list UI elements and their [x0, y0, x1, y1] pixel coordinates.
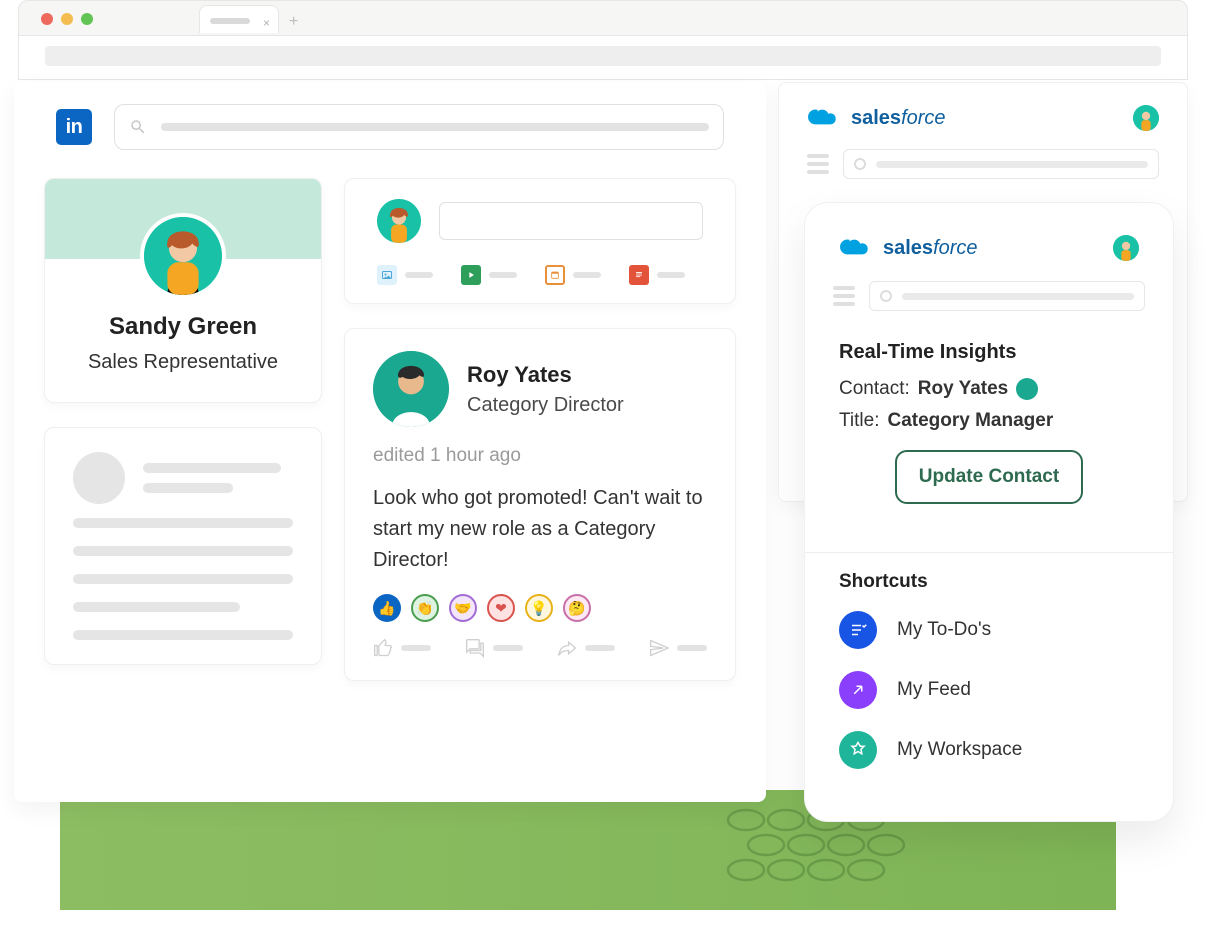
video-button[interactable] — [461, 265, 517, 285]
post-author-name[interactable]: Roy Yates — [467, 362, 624, 388]
feed-post: Roy Yates Category Director edited 1 hou… — [344, 328, 736, 681]
skeleton-avatar — [73, 452, 125, 504]
new-tab-button[interactable]: + — [289, 13, 298, 31]
title-label: Title: — [839, 410, 879, 432]
support-reaction-icon: 🤝 — [449, 594, 477, 622]
menu-button[interactable] — [807, 154, 829, 174]
shortcut-workspace[interactable]: My Workspace — [839, 731, 1139, 769]
skeleton-line — [143, 483, 233, 493]
shortcut-label: My Workspace — [897, 739, 1022, 761]
post-body: Look who got promoted! Can't wait to sta… — [373, 483, 707, 576]
post-reactions[interactable]: 👍 👏 🤝 ❤ 💡 🤔 — [373, 594, 707, 622]
menu-button[interactable] — [833, 286, 855, 306]
skeleton-line — [73, 546, 293, 556]
send-button[interactable] — [649, 638, 707, 658]
salesforce-cloud-icon — [807, 106, 841, 130]
salesforce-brand-label: salesforce — [883, 237, 978, 260]
compose-input[interactable] — [439, 202, 703, 240]
salesforce-brand-label: salesforce — [851, 107, 946, 130]
contact-avatar-icon[interactable] — [1016, 378, 1038, 400]
skeleton-line — [73, 518, 293, 528]
search-icon — [854, 158, 866, 170]
search-icon — [880, 290, 892, 302]
share-icon — [557, 638, 577, 658]
salesforce-search-input[interactable] — [843, 149, 1159, 179]
compose-post-card — [344, 178, 736, 304]
window-controls — [41, 13, 93, 25]
shortcuts-title: Shortcuts — [839, 571, 1139, 593]
event-icon — [545, 265, 565, 285]
love-reaction-icon: ❤ — [487, 594, 515, 622]
photo-icon — [377, 265, 397, 285]
user-avatar[interactable] — [1113, 235, 1139, 261]
title-value: Category Manager — [887, 410, 1053, 432]
profile-card[interactable]: Sandy Green Sales Representative — [44, 178, 322, 403]
skeleton-line — [73, 602, 240, 612]
clap-reaction-icon: 👏 — [411, 594, 439, 622]
skeleton-line — [143, 463, 281, 473]
skeleton-line — [73, 574, 293, 584]
curious-reaction-icon: 🤔 — [563, 594, 591, 622]
post-author-title: Category Director — [467, 394, 624, 417]
sidebar-skeleton-card — [44, 427, 322, 665]
user-avatar[interactable] — [1133, 105, 1159, 131]
share-button[interactable] — [557, 638, 615, 658]
update-contact-button[interactable]: Update Contact — [895, 450, 1083, 504]
minimize-window-button[interactable] — [61, 13, 73, 25]
shortcut-feed[interactable]: My Feed — [839, 671, 1139, 709]
post-author-avatar[interactable] — [373, 351, 449, 427]
linkedin-search-input[interactable] — [114, 104, 724, 150]
insights-title: Real-Time Insights — [839, 341, 1139, 364]
video-icon — [461, 265, 481, 285]
thumb-icon — [373, 638, 393, 658]
shortcut-label: My Feed — [897, 679, 971, 701]
profile-title: Sales Representative — [45, 351, 321, 374]
feed-icon — [839, 671, 877, 709]
close-window-button[interactable] — [41, 13, 53, 25]
send-icon — [649, 638, 669, 658]
photo-button[interactable] — [377, 265, 433, 285]
profile-name: Sandy Green — [45, 313, 321, 341]
browser-chrome: × + — [18, 0, 1188, 80]
tab-title-placeholder — [210, 18, 250, 24]
salesforce-panel-front: salesforce Real-Time Insights Contact: R… — [804, 202, 1174, 822]
insights-section: Real-Time Insights Contact: Roy Yates Ti… — [805, 329, 1173, 526]
linkedin-panel: in Sandy Green Sales Representative — [14, 82, 766, 802]
close-tab-icon[interactable]: × — [263, 16, 270, 30]
compose-avatar[interactable] — [377, 199, 421, 243]
salesforce-cloud-icon — [839, 236, 873, 260]
contact-label: Contact: — [839, 378, 910, 400]
skeleton-line — [73, 630, 293, 640]
comment-icon — [465, 638, 485, 658]
profile-avatar[interactable] — [140, 213, 226, 299]
linkedin-logo[interactable]: in — [56, 109, 92, 145]
divider — [805, 552, 1173, 553]
contact-name: Roy Yates — [918, 378, 1008, 400]
shortcuts-section: Shortcuts My To-Do's My Feed My Workspac… — [805, 571, 1173, 769]
event-button[interactable] — [545, 265, 601, 285]
article-icon — [629, 265, 649, 285]
workspace-icon — [839, 731, 877, 769]
contact-row: Contact: Roy Yates — [839, 378, 1139, 400]
article-button[interactable] — [629, 265, 685, 285]
maximize-window-button[interactable] — [81, 13, 93, 25]
url-bar — [19, 35, 1187, 79]
title-row: Title: Category Manager — [839, 410, 1139, 432]
browser-tab[interactable]: × — [199, 5, 279, 33]
shortcut-todos[interactable]: My To-Do's — [839, 611, 1139, 649]
insight-reaction-icon: 💡 — [525, 594, 553, 622]
like-reaction-icon: 👍 — [373, 594, 401, 622]
search-placeholder-line — [161, 123, 709, 131]
search-icon — [129, 118, 147, 136]
salesforce-search-input[interactable] — [869, 281, 1145, 311]
shortcut-label: My To-Do's — [897, 619, 991, 641]
post-edited-label: edited 1 hour ago — [373, 445, 707, 467]
like-button[interactable] — [373, 638, 431, 658]
comment-button[interactable] — [465, 638, 523, 658]
todo-icon — [839, 611, 877, 649]
url-input[interactable] — [45, 46, 1161, 66]
